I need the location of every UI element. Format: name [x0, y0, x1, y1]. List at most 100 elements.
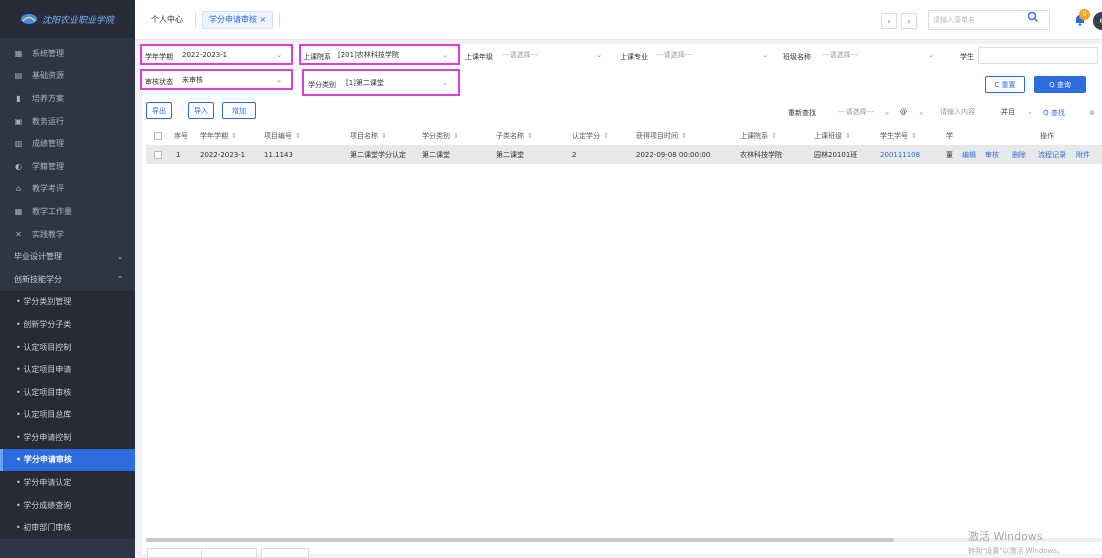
nav-item-teaching[interactable]: ▣ 教务运行 — [0, 110, 135, 133]
nav-label: 系统管理 — [32, 48, 64, 58]
sidebar-item-dept-review[interactable]: • 初审部门审核 — [0, 516, 135, 540]
nav-item-resources[interactable]: ▤ 基础资源 — [0, 65, 135, 88]
sidebar-item-project-control[interactable]: • 认定项目控制 — [0, 335, 135, 359]
college-select[interactable]: [201]农林科技学院 ⌄ — [334, 47, 454, 63]
operator-select[interactable]: @ ⌄ — [896, 104, 932, 120]
nav-item-evaluation[interactable]: ⌂ 教学考评 — [0, 178, 135, 201]
major-label: 上课专业 — [620, 53, 648, 61]
pager-control[interactable] — [201, 548, 257, 558]
pager-control[interactable] — [147, 548, 203, 558]
field-select[interactable]: ---请选择--- ⌄ — [830, 104, 892, 120]
sort-icon[interactable]: ⇕ — [295, 132, 301, 140]
sort-icon[interactable]: ⇕ — [845, 132, 851, 140]
attachment-link[interactable]: 附件 — [1076, 150, 1090, 160]
sidebar-item-credit-score-query[interactable]: • 学分成绩查询 — [0, 493, 135, 517]
tab-next-button[interactable]: › — [901, 13, 917, 29]
horizontal-scrollbar[interactable] — [146, 538, 894, 542]
flow-record-link[interactable]: 流程记录 — [1038, 150, 1066, 160]
sidebar-item-label: • 学分类别管理 — [16, 297, 72, 307]
chevron-right-icon: › — [907, 16, 911, 26]
tab-credit-review[interactable]: 学分申请审核 × — [202, 10, 274, 29]
chevron-down-icon: ⌄ — [442, 79, 448, 87]
cell-credit: 2 — [572, 151, 577, 159]
sidebar-item-credit-apply-control[interactable]: • 学分申请控制 — [0, 426, 135, 449]
col-header-project-no[interactable]: 项目编号 ⇕ — [264, 131, 301, 141]
sort-icon[interactable]: ⇕ — [911, 132, 917, 140]
nav-label: 基础资源 — [32, 71, 64, 81]
refresh-button[interactable]: 重新查找 — [782, 104, 822, 121]
sidebar-item-label: • 认定项目总库 — [16, 410, 72, 420]
sidebar-item-credit-category[interactable]: • 学分类别管理 — [0, 290, 135, 314]
col-header-project-name[interactable]: 项目名称 ⇕ — [350, 131, 387, 141]
category-value: [1]第二课堂 — [346, 79, 384, 87]
grade-select[interactable]: ---请选择--- ⌄ — [498, 47, 608, 63]
sidebar-item-credit-apply-confirm[interactable]: • 学分申请认定 — [0, 471, 135, 494]
status-select[interactable]: 未审核 ⌄ — [178, 72, 288, 88]
sidebar-item-project-apply[interactable]: • 认定项目申请 — [0, 358, 135, 381]
sort-icon[interactable]: ⇕ — [771, 132, 777, 140]
table-row[interactable]: 1 2022-2023-1 11.1143 第二课堂学分认定 第二课堂 第二课堂… — [146, 146, 1102, 164]
nav-item-system[interactable]: ▦ 系统管理 — [0, 42, 135, 65]
nav-group-graduation[interactable]: 毕业设计管理 ⌄ — [0, 245, 135, 268]
col-header-student-no[interactable]: 学生学号 ⇕ — [880, 131, 917, 141]
sidebar-item-project-review[interactable]: • 认定项目审核 — [0, 380, 135, 404]
status-label: 审核状态 — [145, 78, 173, 86]
find-button[interactable]: Q 查找 — [1036, 104, 1072, 121]
add-button[interactable]: 增加 — [222, 102, 256, 119]
term-select[interactable]: 2022-2023-1 ⌄ — [178, 47, 288, 63]
nav-group-innovation[interactable]: 创新技能学分 ⌃ — [0, 268, 135, 291]
logo-icon — [21, 14, 37, 24]
content-input[interactable]: 请输入内容 — [936, 104, 992, 120]
delete-link[interactable]: 删除 — [1012, 150, 1026, 160]
export-button[interactable]: 导出 — [146, 102, 172, 119]
sort-icon[interactable]: ⇕ — [381, 132, 387, 140]
col-header-index[interactable]: 序号 — [174, 131, 188, 141]
row-checkbox[interactable] — [154, 151, 162, 159]
tab-personal-center[interactable]: 个人中心 — [145, 11, 189, 29]
nav-label: 教务运行 — [32, 116, 64, 126]
col-header-time[interactable]: 获得项目时间 ⇕ — [636, 131, 687, 141]
sort-icon[interactable]: ⇕ — [231, 132, 237, 140]
import-button[interactable]: 导入 — [188, 102, 214, 119]
sort-icon[interactable]: ⇕ — [603, 132, 609, 140]
class-select[interactable]: ---请选择--- ⌄ — [818, 47, 940, 63]
pager-control[interactable] — [261, 548, 309, 558]
col-header-credit[interactable]: 认定学分 ⇕ — [572, 131, 609, 141]
sidebar-item-credit-apply-review[interactable]: • 学分申请审核 — [0, 448, 135, 472]
nav-item-practice[interactable]: ✕ 实践教学 — [0, 223, 135, 246]
nav-group-label: 创新技能学分 — [14, 274, 62, 284]
student-input[interactable] — [978, 47, 1098, 64]
col-header-college[interactable]: 上课院系 ⇕ — [740, 131, 777, 141]
settings-icon[interactable]: ⊚ — [1086, 104, 1098, 121]
query-button[interactable]: Q 查询 — [1034, 76, 1086, 93]
col-header-term[interactable]: 学年学期 ⇕ — [200, 131, 237, 141]
col-header-category[interactable]: 学分类别 ⇕ — [422, 131, 459, 141]
sidebar-item-project-library[interactable]: • 认定项目总库 — [0, 403, 135, 427]
reset-button[interactable]: C 重置 — [985, 76, 1025, 93]
edit-link[interactable]: 编辑 — [962, 150, 976, 160]
select-all-checkbox[interactable] — [154, 132, 162, 140]
major-select[interactable]: ---请选择--- ⌄ — [652, 47, 774, 63]
col-header-student-name[interactable]: 学 — [946, 131, 953, 141]
col-header-class[interactable]: 上课班级 ⇕ — [814, 131, 851, 141]
review-link[interactable]: 审核 — [985, 150, 999, 160]
tab-prev-button[interactable]: ‹ — [881, 13, 897, 29]
nav-item-student[interactable]: ◐ 学籍管理 — [0, 155, 135, 178]
operator-value: @ — [900, 108, 907, 116]
logo[interactable]: 沈阳农业职业学院 — [0, 0, 135, 38]
nav-item-score[interactable]: ▥ 成绩管理 — [0, 132, 135, 155]
cell-student-no[interactable]: 200111108 — [880, 151, 920, 159]
logic-select[interactable]: 并且 ⌄ — [997, 104, 1033, 120]
cell-term: 2022-2023-1 — [200, 151, 246, 159]
category-select[interactable]: [1]第二课堂 ⌄ — [342, 75, 454, 91]
cell-time: 2022-09-08 00:00:00 — [636, 151, 711, 159]
sort-icon[interactable]: ⇕ — [453, 132, 459, 140]
search-icon[interactable] — [1027, 11, 1039, 26]
sidebar-item-credit-subclass[interactable]: • 创新学分子类 — [0, 313, 135, 336]
sort-icon[interactable]: ⇕ — [527, 132, 533, 140]
col-header-sub-name[interactable]: 子类名称 ⇕ — [496, 131, 533, 141]
student-icon: ◐ — [15, 161, 22, 171]
sort-icon[interactable]: ⇕ — [681, 132, 687, 140]
nav-item-workload[interactable]: ▦ 教学工作量 — [0, 200, 135, 223]
nav-item-plan[interactable]: ▮ 培养方案 — [0, 87, 135, 110]
